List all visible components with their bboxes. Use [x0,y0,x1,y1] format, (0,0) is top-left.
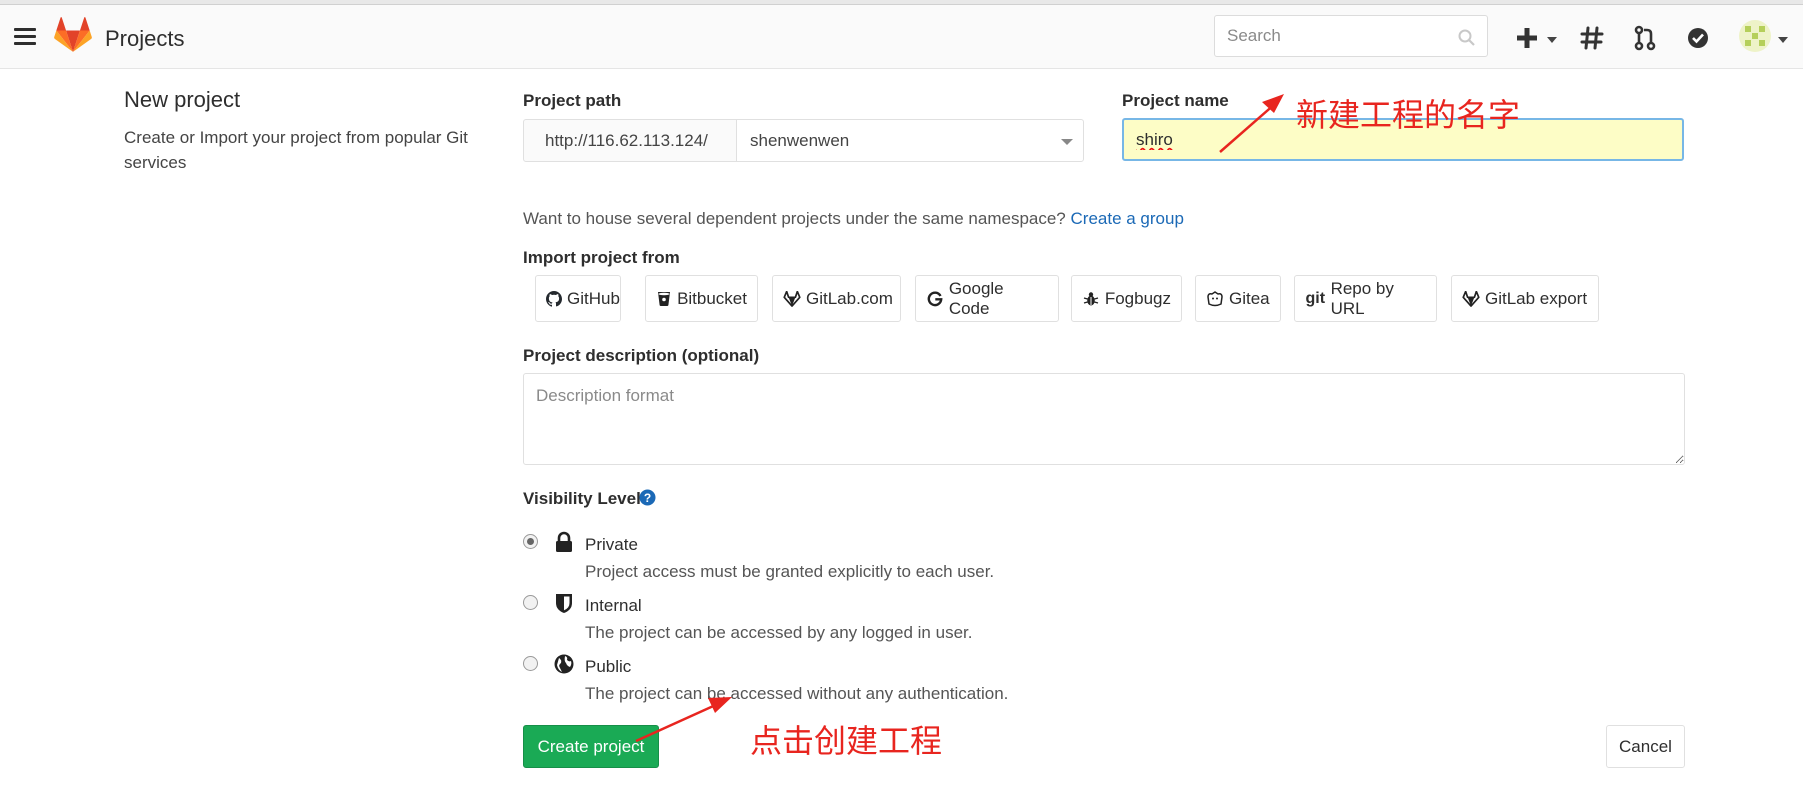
gitlab-icon [1462,290,1480,308]
visibility-level-label: Visibility Level [523,489,641,508]
import-repo-by-url-button[interactable]: git Repo by URL [1294,275,1437,322]
create-project-button[interactable]: Create project [523,725,659,768]
bug-icon [1082,290,1100,308]
create-group-link[interactable]: Create a group [1071,209,1184,228]
visibility-public-radio[interactable] [523,656,538,671]
menu-icon[interactable] [14,28,36,46]
import-gitlab-com-button[interactable]: GitLab.com [772,275,901,322]
avatar[interactable] [1738,19,1772,53]
github-icon [546,290,562,308]
navbar-title[interactable]: Projects [105,26,184,52]
search-input[interactable] [1214,15,1488,57]
google-icon [926,290,944,308]
visibility-public-description: The project can be accessed without any … [585,684,1009,703]
merge-request-icon[interactable] [1630,23,1660,53]
annotation-project-name: 新建工程的名字 [1296,96,1521,134]
top-navbar: Projects [0,5,1803,69]
question-circle-icon[interactable]: ? [639,489,656,506]
import-project-label: Import project from [523,248,680,267]
project-path-label: Project path [523,91,622,110]
annotation-create-project: 点击创建工程 [750,722,943,760]
project-path-prefix: http://116.62.113.124/ [523,119,737,162]
gitlab-logo[interactable] [54,17,92,55]
import-google-code-button[interactable]: Google Code [915,275,1059,322]
visibility-private-radio[interactable] [523,534,538,549]
svg-text:?: ? [644,491,651,505]
visibility-private-label[interactable]: Private [585,535,638,555]
visibility-internal-description: The project can be accessed by any logge… [585,623,973,642]
visibility-private-description: Project access must be granted explicitl… [585,562,995,581]
todo-check-icon[interactable] [1683,23,1713,53]
hash-icon[interactable] [1577,23,1607,53]
project-description-label: Project description (optional) [523,346,760,365]
project-name-label: Project name [1122,91,1229,110]
chevron-down-icon[interactable] [1778,37,1788,43]
cancel-button[interactable]: Cancel [1606,725,1685,768]
import-github-button[interactable]: GitHub [535,275,621,322]
gitea-icon [1206,290,1224,308]
gitlab-icon [783,290,801,308]
lock-icon [556,531,572,552]
chevron-down-icon[interactable] [1061,139,1073,145]
visibility-public-label[interactable]: Public [585,657,631,677]
visibility-internal-label[interactable]: Internal [585,596,642,616]
page-title: New project [124,87,241,112]
plus-icon[interactable] [1512,23,1542,53]
import-bitbucket-button[interactable]: Bitbucket [645,275,758,322]
import-gitlab-export-button[interactable]: GitLab export [1451,275,1599,322]
page-description: Create or Import your project from popul… [124,128,468,172]
globe-icon [554,654,574,674]
search-icon[interactable] [1458,29,1476,47]
create-group-hint: Want to house several dependent projects… [523,209,1184,229]
create-group-hint-text: Want to house several dependent projects… [523,209,1066,228]
chevron-down-icon[interactable] [1547,37,1557,43]
bitbucket-icon [656,290,672,308]
import-gitea-button[interactable]: Gitea [1195,275,1281,322]
import-fogbugz-button[interactable]: Fogbugz [1071,275,1182,322]
project-description-input[interactable] [523,373,1685,465]
git-icon: git [1305,289,1326,307]
namespace-select[interactable]: shenwenwen [736,119,1084,162]
visibility-internal-radio[interactable] [523,595,538,610]
shield-icon [556,594,572,613]
